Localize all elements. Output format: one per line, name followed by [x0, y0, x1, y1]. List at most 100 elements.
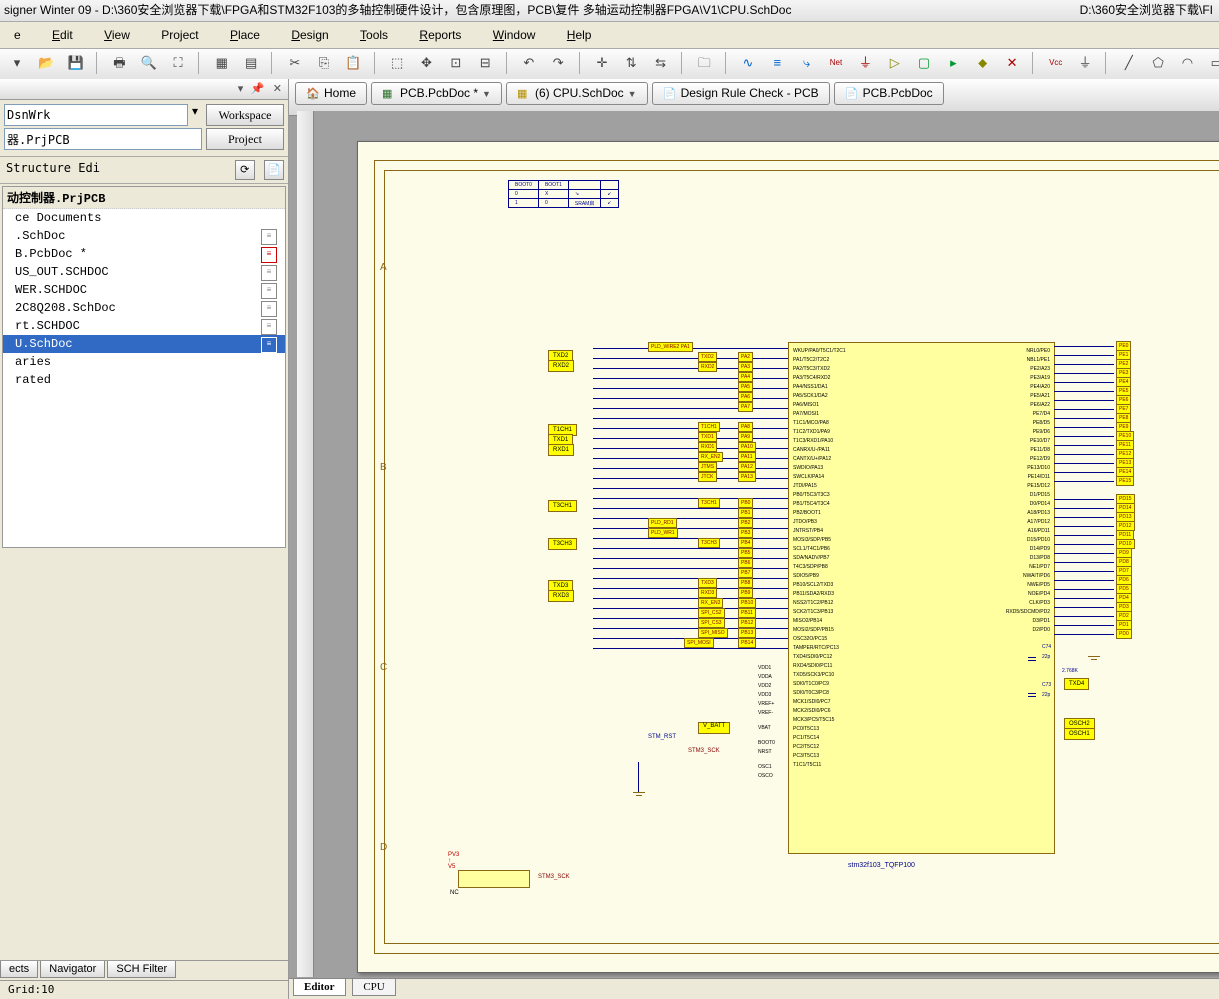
net-label[interactable]: SPI_CS2: [698, 608, 725, 618]
net-label[interactable]: PB10: [738, 598, 756, 608]
menu-project[interactable]: Project: [147, 22, 212, 48]
cross-icon[interactable]: ✛: [590, 51, 614, 75]
tree-item[interactable]: US_OUT.SCHDOC≡: [3, 263, 285, 281]
workspace-input[interactable]: [4, 104, 188, 126]
net-label[interactable]: PA11: [738, 452, 756, 462]
net-label[interactable]: JTMS: [698, 462, 717, 472]
hierarchy-icon[interactable]: ⇅: [619, 51, 643, 75]
tree-item[interactable]: U.SchDoc≡: [3, 335, 285, 353]
zoom-icon[interactable]: ⛶: [166, 51, 190, 75]
net-label[interactable]: PB6: [738, 558, 753, 568]
print-icon[interactable]: 🖶: [107, 51, 131, 75]
net-label[interactable]: PB12: [738, 618, 756, 628]
arc-icon[interactable]: ◠: [1175, 51, 1199, 75]
preview-icon[interactable]: 🔍: [137, 51, 161, 75]
bus-icon[interactable]: ≡: [765, 51, 789, 75]
net-label[interactable]: PB2: [738, 518, 753, 528]
net-label[interactable]: PB4: [738, 538, 753, 548]
menu-place[interactable]: Place: [216, 22, 274, 48]
net-label[interactable]: RXD3: [698, 588, 717, 598]
browse-icon[interactable]: 🗀: [692, 51, 716, 75]
schematic-canvas[interactable]: A B C D BOOT0BOOT10X↘↙10SRAM启↙ WKUP/PA0/…: [297, 111, 1219, 977]
port[interactable]: RXD1: [548, 444, 574, 456]
net-label[interactable]: PA13: [738, 472, 756, 482]
tree-project-header[interactable]: 动控制器.PrjPCB: [3, 187, 285, 209]
net-label[interactable]: PLD_WR1: [648, 528, 678, 538]
net-label[interactable]: PA10: [738, 442, 756, 452]
doc-tab[interactable]: 📄PCB.PcbDoc: [834, 82, 944, 105]
net-label[interactable]: PA3: [738, 362, 753, 372]
port[interactable]: RXD2: [548, 360, 574, 372]
tab-editor[interactable]: Editor: [293, 979, 346, 996]
tree-item[interactable]: aries: [3, 353, 285, 371]
tree-item[interactable]: .SchDoc≡: [3, 227, 285, 245]
tree-item[interactable]: WER.SCHDOC≡: [3, 281, 285, 299]
move-icon[interactable]: ✥: [415, 51, 439, 75]
new-icon[interactable]: ▾: [5, 51, 29, 75]
component-icon[interactable]: ▦: [210, 51, 234, 75]
menu-tools[interactable]: Tools: [346, 22, 402, 48]
net-label[interactable]: T3CH3: [698, 538, 720, 548]
net-label[interactable]: PB13: [738, 628, 756, 638]
net-label[interactable]: PLD_WIRE2 PA1: [648, 342, 693, 352]
menu-edit[interactable]: Edit: [38, 22, 87, 48]
port[interactable]: T3CH1: [548, 500, 577, 512]
net-label[interactable]: T3CH1: [698, 498, 720, 508]
net-label[interactable]: SPI_MISO: [698, 628, 728, 638]
dropdown-icon[interactable]: ▾: [188, 104, 202, 126]
poly-icon[interactable]: ⬠: [1146, 51, 1170, 75]
net-label[interactable]: PA4: [738, 372, 753, 382]
net-label[interactable]: PB0: [738, 498, 753, 508]
netlabel-icon[interactable]: Net: [824, 51, 848, 75]
options-icon[interactable]: 📄: [264, 160, 284, 180]
doc-tab[interactable]: ▦PCB.PcbDoc *▼: [371, 82, 502, 105]
net-label[interactable]: PA5: [738, 382, 753, 392]
power-icon[interactable]: ⏚: [853, 51, 877, 75]
port-txd4[interactable]: TXD4: [1064, 678, 1089, 690]
part-icon[interactable]: ▷: [883, 51, 907, 75]
menu-reports[interactable]: Reports: [405, 22, 475, 48]
rect-icon[interactable]: ▭: [1205, 51, 1219, 75]
paste-icon[interactable]: 📋: [341, 51, 365, 75]
menu-view[interactable]: View: [90, 22, 144, 48]
net-label[interactable]: PB7: [738, 568, 753, 578]
port[interactable]: T3CH3: [548, 538, 577, 550]
net-label[interactable]: PD0: [1116, 629, 1132, 639]
net-label[interactable]: TXD1: [698, 432, 717, 442]
project-button[interactable]: Project: [206, 128, 284, 150]
doc-tab[interactable]: ▦(6) CPU.SchDoc▼: [506, 82, 648, 105]
sheet-entry-icon[interactable]: ▸: [941, 51, 965, 75]
net-label[interactable]: PA12: [738, 462, 756, 472]
panel-pin-icon[interactable]: 📌: [251, 82, 263, 94]
net-label[interactable]: RX_EN3: [698, 598, 723, 608]
net-label[interactable]: PA2: [738, 352, 753, 362]
net-label[interactable]: PLD_RD1: [648, 518, 677, 528]
doc-tab[interactable]: 📄Design Rule Check - PCB: [652, 82, 830, 105]
sheet-sym-icon[interactable]: ▢: [912, 51, 936, 75]
net-label[interactable]: TXD3: [698, 578, 717, 588]
menu-file[interactable]: e: [0, 22, 35, 48]
select-icon[interactable]: ⬚: [385, 51, 409, 75]
net-label[interactable]: SPI_MOSI: [684, 638, 714, 648]
wire-icon[interactable]: ∿: [736, 51, 760, 75]
tree-item[interactable]: rated: [3, 371, 285, 389]
net-label[interactable]: RX_EN2: [698, 452, 723, 462]
busent-icon[interactable]: ⤷: [795, 51, 819, 75]
doc-tab[interactable]: 🏠Home: [295, 82, 367, 105]
net-label[interactable]: T1CH1: [698, 422, 720, 432]
panel-close-icon[interactable]: ✕: [270, 82, 282, 94]
tab-projects[interactable]: ects: [0, 961, 38, 978]
net-label[interactable]: RXD1: [698, 442, 717, 452]
net-label[interactable]: PA7: [738, 402, 753, 412]
menu-help[interactable]: Help: [553, 22, 606, 48]
menu-design[interactable]: Design: [277, 22, 342, 48]
port[interactable]: RXD3: [548, 590, 574, 602]
undo-icon[interactable]: ↶: [517, 51, 541, 75]
clear-icon[interactable]: ⊟: [473, 51, 497, 75]
tree-item[interactable]: ce Documents: [3, 209, 285, 227]
vcc-icon[interactable]: Vcc: [1044, 51, 1068, 75]
net-label[interactable]: PB11: [738, 608, 756, 618]
port-osch1[interactable]: OSCH1: [1064, 728, 1095, 740]
workspace-button[interactable]: Workspace: [206, 104, 284, 126]
tab-cpu[interactable]: CPU: [352, 979, 395, 996]
